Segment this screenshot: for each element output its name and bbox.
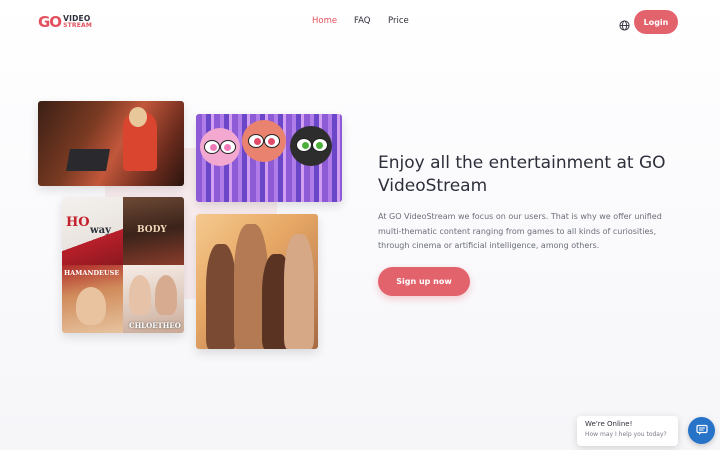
person-head (129, 107, 147, 127)
cartoon-eye (220, 140, 236, 154)
logo-word-stream: STREAM (63, 22, 93, 29)
poster-4-face-1 (129, 275, 151, 315)
poster-3: HAMANDEUSE (62, 265, 123, 333)
top-navbar: GO VIDEO STREAM Home FAQ Price Login (0, 0, 720, 44)
chat-launcher-button[interactable] (688, 417, 715, 444)
cartoon-eye (204, 140, 220, 154)
poster-4: CHLOETHEO (123, 265, 184, 333)
chat-subtitle: How may I help you today? (585, 431, 667, 438)
cartoon-eye (264, 134, 280, 148)
cartoon-eye (296, 138, 312, 152)
poster-1: HO way (62, 197, 123, 265)
nav-faq[interactable]: FAQ (354, 16, 370, 26)
logo-wordmark: VIDEO STREAM (63, 15, 92, 29)
collage-backdrop-strip (184, 214, 196, 299)
logo-go-text: GO (38, 13, 62, 31)
cartoon-eye (312, 138, 328, 152)
poster-1-subtitle: way (90, 225, 111, 236)
chat-popup[interactable]: We're Online! How may I help you today? (577, 416, 678, 446)
poster-4-face-2 (155, 275, 177, 315)
photo-movie-posters-grid: HO way BODY HAMANDEUSE CHLOETHEO (62, 197, 184, 333)
login-button[interactable]: Login (634, 10, 678, 34)
poster-1-title: HO (66, 215, 90, 230)
globe-icon[interactable] (619, 16, 630, 31)
site-logo[interactable]: GO VIDEO STREAM (38, 13, 92, 31)
photo-cartoon-girls (196, 114, 342, 202)
nav-home[interactable]: Home (312, 16, 337, 26)
hero-title: Enjoy all the entertainment at GO VideoS… (378, 153, 666, 196)
poster-3-title: HAMANDEUSE (64, 269, 120, 277)
poster-3-face (76, 287, 106, 325)
logo-word-video: VIDEO (63, 14, 91, 23)
chat-title: We're Online! (585, 420, 633, 428)
poster-2: BODY (123, 197, 184, 265)
figure-4 (284, 234, 314, 349)
chat-icon (695, 421, 708, 440)
cartoon-eye (248, 134, 264, 148)
figure-1 (206, 244, 236, 349)
photo-group-women (196, 214, 318, 349)
laptop-shape (66, 149, 110, 171)
poster-2-title: BODY (137, 225, 167, 235)
hero-description: At GO VideoStream we focus on our users.… (378, 212, 662, 250)
nav-price[interactable]: Price (388, 16, 409, 26)
photo-woman-laptop (38, 101, 184, 186)
signup-button[interactable]: Sign up now (378, 267, 470, 296)
poster-4-title: CHLOETHEO (129, 321, 181, 330)
